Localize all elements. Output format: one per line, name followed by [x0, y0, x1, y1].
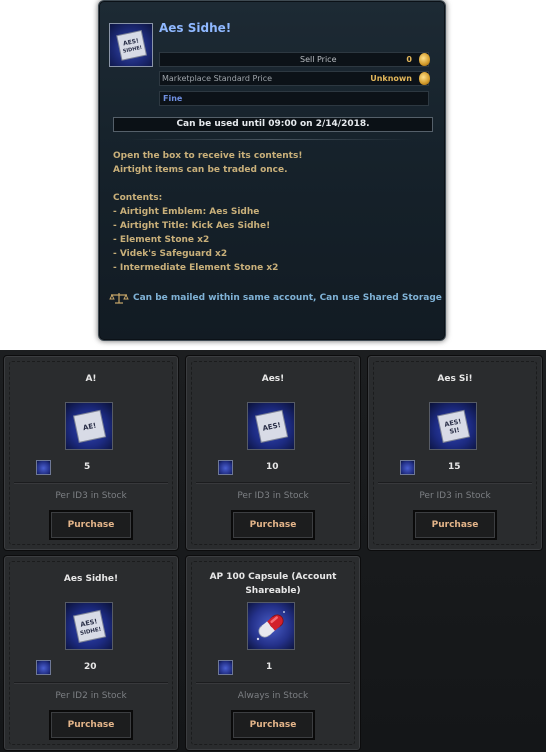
item-cost: 1	[266, 662, 273, 672]
stock-status: Per ID2 in Stock	[55, 691, 127, 701]
purchase-button[interactable]: Purchase	[49, 510, 133, 540]
market-price-label: Marketplace Standard Price	[162, 74, 273, 83]
item-title: Aes Sidhe!	[63, 574, 119, 584]
usage-limit-banner: Can be used until 09:00 on 2/14/2018.	[113, 117, 433, 132]
currency-box-icon	[36, 660, 51, 675]
contents-item: - Airtight Title: Kick Aes Sidhe!	[113, 221, 271, 231]
currency-box-icon	[36, 460, 51, 475]
box-icon[interactable]: AES! SI!	[429, 402, 477, 450]
currency-box-icon	[218, 660, 233, 675]
item-name: Aes Sidhe!	[159, 21, 232, 35]
item-box-icon: AES! SIDHE!	[109, 23, 153, 67]
purchase-button[interactable]: Purchase	[231, 510, 315, 540]
capsule-icon[interactable]	[247, 602, 295, 650]
contents-item: - Element Stone x2	[113, 235, 210, 245]
currency-box-icon	[218, 460, 233, 475]
contents-header: Contents:	[113, 193, 163, 203]
sell-price-row: Sell Price 0	[159, 52, 430, 67]
stock-status: Always in Stock	[237, 691, 309, 701]
gold-pouch-icon	[419, 53, 430, 66]
screen: AES! SIDHE! Aes Sidhe! Sell Price 0 Mark…	[0, 0, 546, 752]
item-title: Aes Si!	[437, 374, 473, 384]
purchase-button[interactable]: Purchase	[413, 510, 497, 540]
scale-icon	[109, 292, 129, 304]
mail-note: Can be mailed within same account, Can u…	[133, 293, 442, 303]
item-cost: 10	[266, 462, 279, 472]
shop-item-card: Aes Si! AES! SI! 15 Per ID3 in Stock Pur…	[367, 355, 543, 551]
contents-item: - Airtight Emblem: Aes Sidhe	[113, 207, 260, 217]
contents-item: - Videk's Safeguard x2	[113, 249, 228, 259]
box-icon[interactable]: AE!	[65, 402, 113, 450]
divider	[14, 682, 168, 683]
divider	[196, 482, 350, 483]
box-icon[interactable]: AES!	[247, 402, 295, 450]
item-title: AP 100 Capsule (Account Shareable)	[209, 572, 337, 596]
item-cost: 5	[84, 462, 91, 472]
item-cost: 15	[448, 462, 461, 472]
item-grade: Fine	[163, 94, 183, 103]
stock-status: Per ID3 in Stock	[419, 491, 491, 501]
shop-item-card: Aes Sidhe! AES! SIDHE! 20 Per ID2 in Sto…	[3, 555, 179, 751]
market-price-value: Unknown	[370, 74, 412, 83]
item-title: A!	[85, 374, 97, 384]
currency-box-icon	[400, 460, 415, 475]
item-cost: 20	[84, 662, 97, 672]
purchase-button[interactable]: Purchase	[231, 710, 315, 740]
box-icon[interactable]: AES! SIDHE!	[65, 602, 113, 650]
contents-item: - Intermediate Element Stone x2	[113, 263, 279, 273]
gold-pouch-icon	[419, 72, 430, 85]
stock-status: Per ID3 in Stock	[237, 491, 309, 501]
divider	[14, 482, 168, 483]
grade-row: Fine	[159, 91, 429, 106]
divider	[129, 139, 413, 140]
stock-status: Per ID3 in Stock	[55, 491, 127, 501]
market-price-row: Marketplace Standard Price Unknown	[159, 71, 430, 86]
sell-price-value: 0	[406, 55, 412, 64]
description-line: Open the box to receive its contents!	[113, 151, 303, 161]
description-line: Airtight items can be traded once.	[113, 165, 288, 175]
divider	[196, 682, 350, 683]
sell-price-label: Sell Price	[300, 55, 337, 64]
item-title: Aes!	[261, 374, 285, 384]
item-tooltip: AES! SIDHE! Aes Sidhe! Sell Price 0 Mark…	[98, 0, 446, 341]
shop-item-card: Aes! AES! 10 Per ID3 in Stock Purchase	[185, 355, 361, 551]
shop-panel: A! AE! 5 Per ID3 in Stock Purchase Aes!	[0, 350, 546, 752]
divider	[378, 482, 532, 483]
shop-item-card: A! AE! 5 Per ID3 in Stock Purchase	[3, 355, 179, 551]
shop-item-card: AP 100 Capsule (Account Shareable) 1 Alw…	[185, 555, 361, 751]
purchase-button[interactable]: Purchase	[49, 710, 133, 740]
